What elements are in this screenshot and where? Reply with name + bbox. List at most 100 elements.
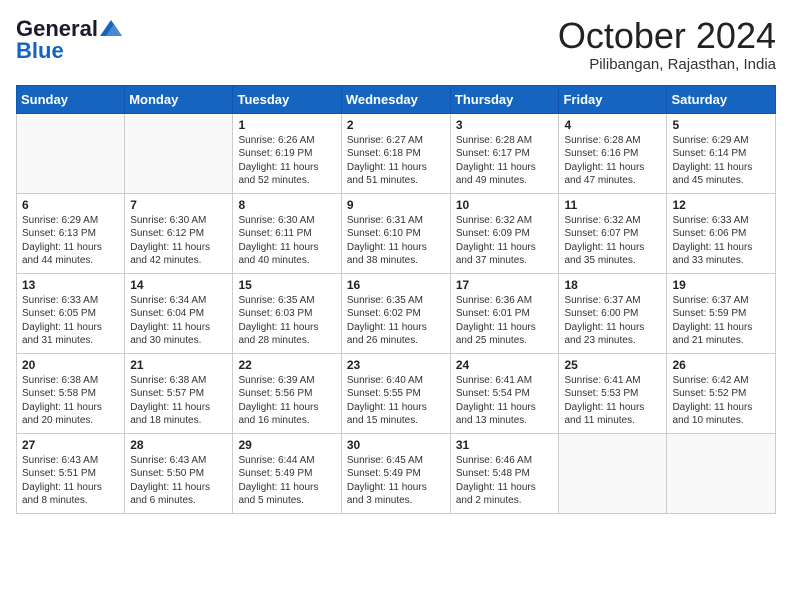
calendar-cell: 30 Sunrise: 6:45 AM Sunset: 5:49 PM Dayli… [341,433,450,513]
day-info: Sunrise: 6:35 AM Sunset: 6:02 PM Dayligh… [347,294,445,348]
day-number: 12 [672,198,770,212]
day-info: Sunrise: 6:31 AM Sunset: 6:10 PM Dayligh… [347,214,445,268]
calendar-header-saturday: Saturday [667,85,776,113]
calendar-table: SundayMondayTuesdayWednesdayThursdayFrid… [16,85,776,514]
day-info: Sunrise: 6:35 AM Sunset: 6:03 PM Dayligh… [238,294,335,348]
calendar-cell [559,433,667,513]
logo: General Blue [16,16,122,64]
logo-icon [100,20,122,36]
calendar-cell: 10 Sunrise: 6:32 AM Sunset: 6:09 PM Dayli… [450,193,559,273]
calendar-cell: 17Sunrise: 6:36 AM Sunset: 6:01 PM Dayli… [450,273,559,353]
day-info: Sunrise: 6:38 AM Sunset: 5:57 PM Dayligh… [130,374,227,428]
calendar-cell: 2Sunrise: 6:27 AM Sunset: 6:18 PM Daylig… [341,113,450,193]
day-number: 5 [672,118,770,132]
calendar-week-5: 27 Sunrise: 6:43 AM Sunset: 5:51 PM Dayli… [17,433,776,513]
day-info: Sunrise: 6:37 AM Sunset: 5:59 PM Dayligh… [672,294,770,348]
calendar-header-row: SundayMondayTuesdayWednesdayThursdayFrid… [17,85,776,113]
calendar-cell: 13 Sunrise: 6:33 AM Sunset: 6:05 PM Dayli… [17,273,125,353]
day-info: Sunrise: 6:42 AM Sunset: 5:52 PM Dayligh… [672,374,770,428]
calendar-cell: 27 Sunrise: 6:43 AM Sunset: 5:51 PM Dayli… [17,433,125,513]
day-number: 26 [672,358,770,372]
day-number: 21 [130,358,227,372]
day-info: Sunrise: 6:26 AM Sunset: 6:19 PM Dayligh… [238,134,335,188]
calendar-cell: 6 Sunrise: 6:29 AM Sunset: 6:13 PM Daylig… [17,193,125,273]
calendar-cell: 31 Sunrise: 6:46 AM Sunset: 5:48 PM Dayli… [450,433,559,513]
day-info: Sunrise: 6:28 AM Sunset: 6:16 PM Dayligh… [564,134,661,188]
calendar-cell: 19 Sunrise: 6:37 AM Sunset: 5:59 PM Dayli… [667,273,776,353]
day-number: 3 [456,118,554,132]
calendar-cell: 24 Sunrise: 6:41 AM Sunset: 5:54 PM Dayli… [450,353,559,433]
day-info: Sunrise: 6:41 AM Sunset: 5:53 PM Dayligh… [564,374,661,428]
day-number: 20 [22,358,119,372]
day-info: Sunrise: 6:40 AM Sunset: 5:55 PM Dayligh… [347,374,445,428]
calendar-cell: 8 Sunrise: 6:30 AM Sunset: 6:11 PM Daylig… [233,193,341,273]
day-number: 23 [347,358,445,372]
calendar-cell: 23 Sunrise: 6:40 AM Sunset: 5:55 PM Dayli… [341,353,450,433]
calendar-cell [125,113,233,193]
calendar-header-friday: Friday [559,85,667,113]
day-info: Sunrise: 6:46 AM Sunset: 5:48 PM Dayligh… [456,454,554,508]
day-number: 24 [456,358,554,372]
calendar-cell [17,113,125,193]
day-info: Sunrise: 6:28 AM Sunset: 6:17 PM Dayligh… [456,134,554,188]
calendar-cell: 25Sunrise: 6:41 AM Sunset: 5:53 PM Dayli… [559,353,667,433]
calendar-header-thursday: Thursday [450,85,559,113]
calendar-week-2: 6 Sunrise: 6:29 AM Sunset: 6:13 PM Daylig… [17,193,776,273]
calendar-cell: 16Sunrise: 6:35 AM Sunset: 6:02 PM Dayli… [341,273,450,353]
calendar-cell: 3 Sunrise: 6:28 AM Sunset: 6:17 PM Daylig… [450,113,559,193]
day-info: Sunrise: 6:32 AM Sunset: 6:07 PM Dayligh… [564,214,661,268]
calendar-cell: 29Sunrise: 6:44 AM Sunset: 5:49 PM Dayli… [233,433,341,513]
day-number: 13 [22,278,119,292]
day-info: Sunrise: 6:41 AM Sunset: 5:54 PM Dayligh… [456,374,554,428]
day-info: Sunrise: 6:43 AM Sunset: 5:51 PM Dayligh… [22,454,119,508]
calendar-cell: 11Sunrise: 6:32 AM Sunset: 6:07 PM Dayli… [559,193,667,273]
calendar-header-monday: Monday [125,85,233,113]
day-number: 6 [22,198,119,212]
day-number: 31 [456,438,554,452]
day-info: Sunrise: 6:33 AM Sunset: 6:06 PM Dayligh… [672,214,770,268]
calendar-cell: 15 Sunrise: 6:35 AM Sunset: 6:03 PM Dayli… [233,273,341,353]
day-number: 28 [130,438,227,452]
location: Pilibangan, Rajasthan, India [558,56,776,73]
day-info: Sunrise: 6:34 AM Sunset: 6:04 PM Dayligh… [130,294,227,348]
calendar-header-wednesday: Wednesday [341,85,450,113]
day-info: Sunrise: 6:32 AM Sunset: 6:09 PM Dayligh… [456,214,554,268]
logo-blue: Blue [16,38,64,64]
day-number: 27 [22,438,119,452]
title-block: October 2024 Pilibangan, Rajasthan, Indi… [558,16,776,73]
day-number: 7 [130,198,227,212]
day-number: 2 [347,118,445,132]
day-number: 30 [347,438,445,452]
day-info: Sunrise: 6:30 AM Sunset: 6:11 PM Dayligh… [238,214,335,268]
day-info: Sunrise: 6:36 AM Sunset: 6:01 PM Dayligh… [456,294,554,348]
day-info: Sunrise: 6:43 AM Sunset: 5:50 PM Dayligh… [130,454,227,508]
calendar-cell: 26 Sunrise: 6:42 AM Sunset: 5:52 PM Dayli… [667,353,776,433]
day-info: Sunrise: 6:37 AM Sunset: 6:00 PM Dayligh… [564,294,661,348]
day-info: Sunrise: 6:45 AM Sunset: 5:49 PM Dayligh… [347,454,445,508]
day-info: Sunrise: 6:30 AM Sunset: 6:12 PM Dayligh… [130,214,227,268]
day-number: 18 [564,278,661,292]
day-number: 10 [456,198,554,212]
day-info: Sunrise: 6:38 AM Sunset: 5:58 PM Dayligh… [22,374,119,428]
page-header: General Blue October 2024 Pilibangan, Ra… [16,16,776,73]
calendar-cell: 12 Sunrise: 6:33 AM Sunset: 6:06 PM Dayli… [667,193,776,273]
day-number: 8 [238,198,335,212]
calendar-cell: 18 Sunrise: 6:37 AM Sunset: 6:00 PM Dayli… [559,273,667,353]
calendar-cell: 28 Sunrise: 6:43 AM Sunset: 5:50 PM Dayli… [125,433,233,513]
calendar-cell: 4 Sunrise: 6:28 AM Sunset: 6:16 PM Daylig… [559,113,667,193]
day-number: 4 [564,118,661,132]
calendar-cell [667,433,776,513]
day-number: 19 [672,278,770,292]
calendar-cell: 9Sunrise: 6:31 AM Sunset: 6:10 PM Daylig… [341,193,450,273]
day-info: Sunrise: 6:29 AM Sunset: 6:13 PM Dayligh… [22,214,119,268]
calendar-week-1: 1Sunrise: 6:26 AM Sunset: 6:19 PM Daylig… [17,113,776,193]
calendar-week-4: 20 Sunrise: 6:38 AM Sunset: 5:58 PM Dayli… [17,353,776,433]
calendar-header-sunday: Sunday [17,85,125,113]
day-number: 29 [238,438,335,452]
day-number: 15 [238,278,335,292]
day-info: Sunrise: 6:33 AM Sunset: 6:05 PM Dayligh… [22,294,119,348]
day-number: 14 [130,278,227,292]
calendar-cell: 1Sunrise: 6:26 AM Sunset: 6:19 PM Daylig… [233,113,341,193]
calendar-cell: 20 Sunrise: 6:38 AM Sunset: 5:58 PM Dayli… [17,353,125,433]
calendar-cell: 21 Sunrise: 6:38 AM Sunset: 5:57 PM Dayli… [125,353,233,433]
